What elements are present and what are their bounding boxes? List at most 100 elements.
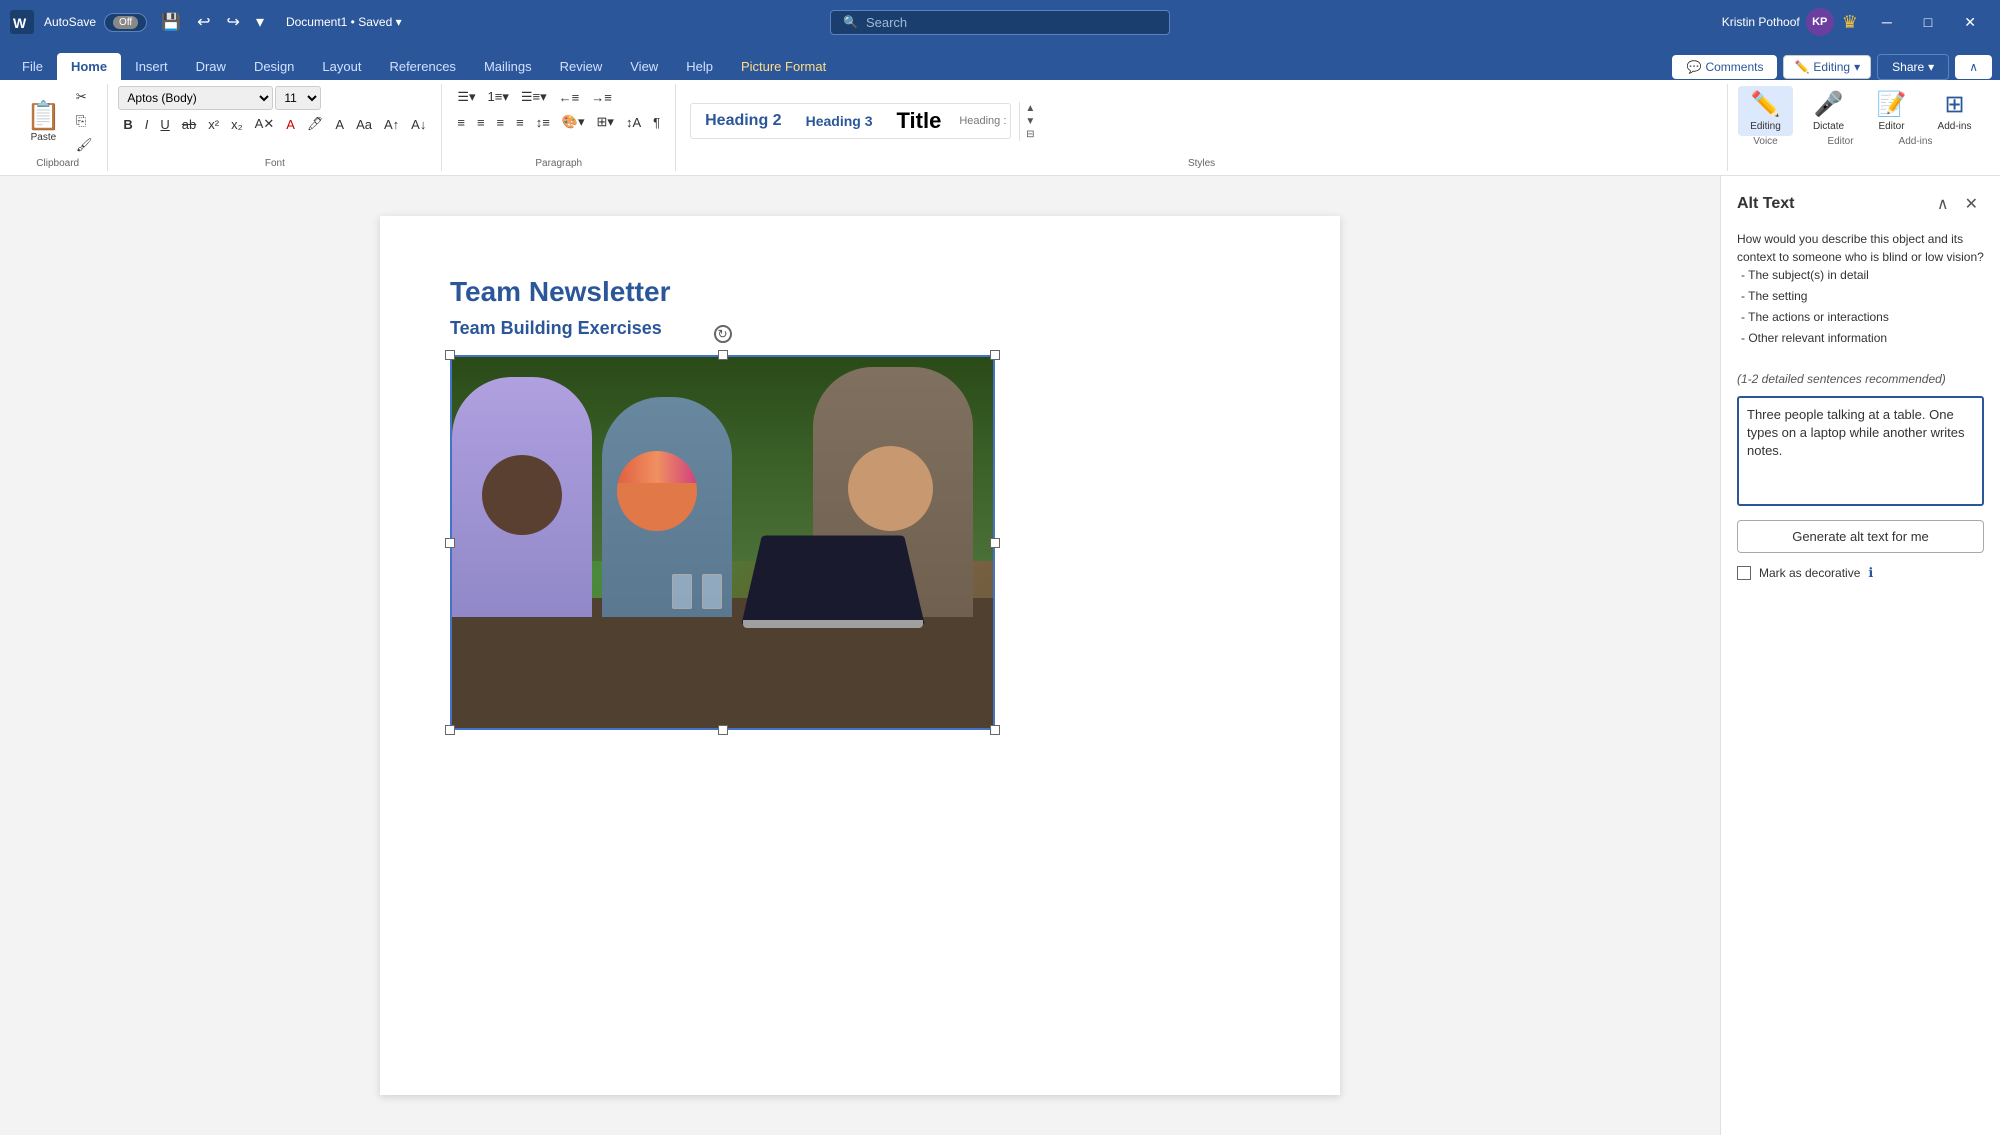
ribbon-group-voice: ✏️ Editing 🎤 Dictate 📝 Editor ⊞ Add-ins …	[1728, 84, 1992, 171]
editor-icon: 📝	[1877, 90, 1907, 119]
paste-button[interactable]: 📋 Paste	[18, 97, 69, 145]
tab-design[interactable]: Design	[240, 53, 308, 80]
panel-collapse-button[interactable]: ∧	[1931, 192, 1955, 216]
justify-button[interactable]: ≡	[511, 112, 529, 133]
alt-text-textarea[interactable]	[1737, 396, 1984, 506]
handle-top-center[interactable]	[718, 350, 728, 360]
align-center-button[interactable]: ≡	[472, 112, 490, 133]
increase-indent-button[interactable]: →≡	[586, 87, 617, 108]
title-bar-right: Kristin Pothoof KP ♛ ─ □ ✕	[1336, 8, 1992, 37]
font-family-select[interactable]: Aptos (Body)	[118, 86, 273, 110]
highlight-button[interactable]: 🖊	[302, 113, 329, 135]
change-case-button[interactable]: Aa	[351, 114, 377, 135]
tab-layout[interactable]: Layout	[308, 53, 375, 80]
copy-button[interactable]: ⎘	[71, 110, 98, 132]
format-paint-button[interactable]: 🖌	[71, 134, 98, 156]
handle-top-right[interactable]	[990, 350, 1000, 360]
share-button[interactable]: Share ▾	[1877, 54, 1949, 80]
autosave-toggle[interactable]: Off	[104, 13, 147, 32]
tab-picture-format[interactable]: Picture Format	[727, 53, 840, 80]
subscript-button[interactable]: x₂	[226, 114, 248, 135]
sort-button[interactable]: ↕A	[621, 112, 646, 133]
align-left-button[interactable]: ≡	[452, 112, 470, 133]
handle-bottom-left[interactable]	[445, 725, 455, 735]
bullets-button[interactable]: ☰▾	[452, 86, 480, 108]
editing-button[interactable]: ✏️ Editing ▾	[1783, 55, 1871, 79]
strikethrough-button[interactable]: ab	[177, 114, 201, 135]
styles-scroll-up[interactable]: ▲	[1022, 102, 1038, 115]
style-heading2[interactable]: Heading 2	[695, 110, 791, 132]
tab-help[interactable]: Help	[672, 53, 727, 80]
search-input[interactable]	[866, 15, 1126, 30]
info-icon[interactable]: ℹ	[1868, 565, 1873, 581]
tab-file[interactable]: File	[8, 53, 57, 80]
decorative-checkbox[interactable]	[1737, 566, 1751, 580]
redo-button[interactable]: ↪	[221, 8, 246, 36]
font-size-select[interactable]: 11	[275, 86, 321, 110]
styles-gallery-container: Heading 2 Heading 3 Title Heading : ▲ ▼ …	[686, 86, 1038, 156]
shading-button[interactable]: 🎨▾	[557, 111, 590, 133]
handle-middle-left[interactable]	[445, 538, 455, 548]
tab-view[interactable]: View	[616, 53, 672, 80]
handle-top-left[interactable]	[445, 350, 455, 360]
borders-button[interactable]: ⊞▾	[592, 111, 619, 133]
minimize-button[interactable]: ─	[1866, 8, 1908, 37]
save-button[interactable]: 💾	[155, 8, 187, 36]
bold-button[interactable]: B	[118, 114, 137, 135]
image-container[interactable]: ↻	[450, 355, 995, 730]
style-title[interactable]: Title	[886, 106, 951, 136]
share-chevron-icon: ▾	[1928, 60, 1934, 74]
premium-icon[interactable]: ♛	[1842, 12, 1858, 33]
handle-middle-right[interactable]	[990, 538, 1000, 548]
underline-button[interactable]: U	[155, 114, 174, 135]
font-label: Font	[118, 156, 431, 171]
dictate-tool[interactable]: 🎤 Dictate	[1801, 86, 1856, 136]
multilevel-button[interactable]: ☰≡▾	[516, 86, 552, 108]
doc-canvas[interactable]: Team Newsletter Team Building Exercises …	[0, 176, 1720, 1135]
text-effects-button[interactable]: A	[330, 114, 349, 135]
font-color-button[interactable]: A	[281, 114, 300, 135]
close-button[interactable]: ✕	[1948, 8, 1992, 37]
handle-bottom-right[interactable]	[990, 725, 1000, 735]
font-selectors: Aptos (Body) 11	[118, 86, 321, 110]
maximize-button[interactable]: □	[1908, 8, 1948, 37]
superscript-button[interactable]: x²	[203, 114, 224, 135]
show-marks-button[interactable]: ¶	[648, 112, 665, 133]
tab-home[interactable]: Home	[57, 53, 121, 80]
rotate-handle[interactable]: ↻	[714, 325, 732, 343]
tab-references[interactable]: References	[375, 53, 469, 80]
style-heading3[interactable]: Heading 3	[796, 111, 883, 131]
tab-review[interactable]: Review	[546, 53, 617, 80]
addins-icon: ⊞	[1944, 90, 1964, 119]
customize-button[interactable]: ▾	[250, 8, 270, 36]
tab-insert[interactable]: Insert	[121, 53, 182, 80]
align-right-button[interactable]: ≡	[492, 112, 510, 133]
comments-button[interactable]: 💬 Comments	[1672, 55, 1777, 79]
editing-tool[interactable]: ✏️ Editing	[1738, 86, 1793, 136]
styles-scroll-down[interactable]: ▼	[1022, 115, 1038, 128]
tab-mailings[interactable]: Mailings	[470, 53, 546, 80]
numbering-button[interactable]: 1≡▾	[483, 86, 514, 108]
undo-button[interactable]: ↩	[191, 8, 216, 36]
panel-close-button[interactable]: ✕	[1959, 192, 1984, 216]
styles-label: Styles	[686, 156, 1717, 171]
generate-alt-text-button[interactable]: Generate alt text for me	[1737, 520, 1984, 553]
document-image[interactable]	[450, 355, 995, 730]
shrink-font-button[interactable]: A↓	[406, 114, 431, 135]
glass2	[702, 574, 722, 609]
line-spacing-button[interactable]: ↕≡	[531, 112, 555, 133]
styles-expand[interactable]: ⊟	[1022, 128, 1038, 141]
alt-text-panel: Alt Text ∧ ✕ How would you describe this…	[1720, 176, 2000, 1135]
grow-font-button[interactable]: A↑	[379, 114, 404, 135]
editor-tool[interactable]: 📝 Editor	[1864, 86, 1919, 136]
search-bar[interactable]: 🔍	[830, 10, 1170, 35]
cut-button[interactable]: ✂	[71, 86, 98, 108]
handle-bottom-center[interactable]	[718, 725, 728, 735]
addins-tool[interactable]: ⊞ Add-ins	[1927, 86, 1982, 136]
panel-title: Alt Text	[1737, 195, 1794, 213]
italic-button[interactable]: I	[140, 114, 154, 135]
decrease-indent-button[interactable]: ←≡	[554, 87, 585, 108]
clear-formatting-button[interactable]: A✕	[250, 113, 280, 135]
ribbon-expand-button[interactable]: ∧	[1955, 55, 1992, 79]
tab-draw[interactable]: Draw	[182, 53, 240, 80]
